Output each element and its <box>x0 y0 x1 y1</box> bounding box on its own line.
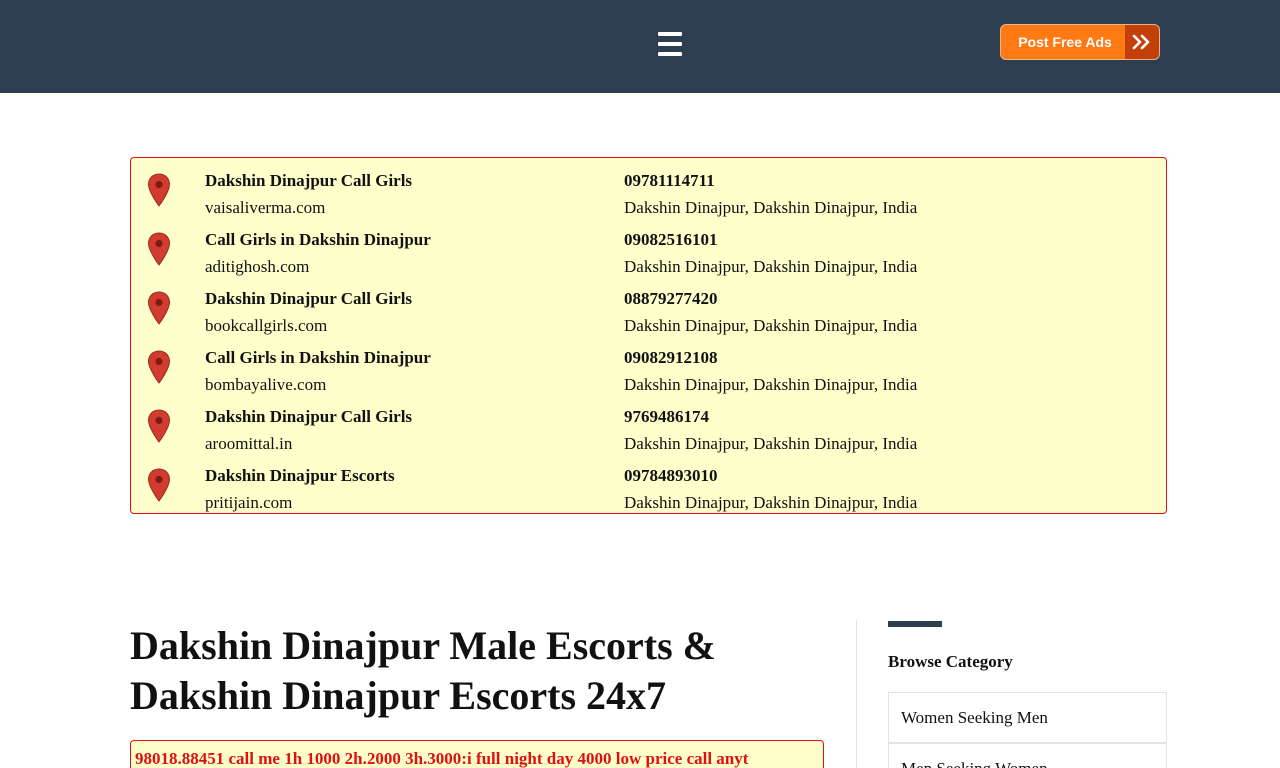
listing-phone[interactable]: 09781114711 <box>624 171 715 191</box>
listing-website[interactable]: vaisaliverma.com <box>205 198 325 218</box>
category-men-seeking-women[interactable]: Men Seeking Women <box>888 743 1167 768</box>
listing-location: Dakshin Dinajpur, Dakshin Dinajpur, Indi… <box>624 257 918 276</box>
listing-row[interactable]: Dakshin Dinajpur Call Girls aroomittal.in… <box>131 401 1166 457</box>
map-pin-icon <box>147 468 171 502</box>
map-pin-icon <box>147 291 171 325</box>
category-women-seeking-men[interactable]: Women Seeking Men <box>888 692 1167 743</box>
map-pin-icon <box>147 350 171 384</box>
listing-phone[interactable]: 09082516101 <box>624 230 718 250</box>
ad-preview[interactable]: 98018.88451 call me 1h 1000 2h.2000 3h.3… <box>130 740 824 768</box>
listing-title[interactable]: Dakshin Dinajpur Call Girls <box>205 289 412 309</box>
listing-phone[interactable]: 09082912108 <box>624 348 718 368</box>
listing-location: Dakshin Dinajpur, Dakshin Dinajpur, Indi… <box>624 198 918 217</box>
hamburger-line <box>658 32 682 36</box>
category-label: Men Seeking Women <box>901 759 1048 768</box>
listing-location: Dakshin Dinajpur, Dakshin Dinajpur, Indi… <box>624 375 918 394</box>
listing-location: Dakshin Dinajpur, Dakshin Dinajpur, Indi… <box>624 493 918 512</box>
post-free-ads-label: Post Free Ads <box>1018 34 1112 50</box>
hamburger-line <box>658 52 682 56</box>
listing-phone[interactable]: 08879277420 <box>624 289 718 309</box>
map-pin-icon <box>147 173 171 207</box>
listing-title[interactable]: Call Girls in Dakshin Dinajpur <box>205 230 431 250</box>
listing-website[interactable]: aroomittal.in <box>205 434 292 454</box>
listing-row[interactable]: Call Girls in Dakshin Dinajpur aditighosh… <box>131 224 1166 280</box>
page-title-line-1: Dakshin Dinajpur Male Escorts & <box>130 623 716 668</box>
map-pin-icon <box>147 232 171 266</box>
listing-website[interactable]: aditighosh.com <box>205 257 309 277</box>
listing-phone[interactable]: 09784893010 <box>624 466 718 486</box>
listing-row[interactable]: Dakshin Dinajpur Call Girls bookcallgirls… <box>131 283 1166 339</box>
listing-website[interactable]: bookcallgirls.com <box>205 316 327 336</box>
map-pin-icon <box>147 409 171 443</box>
column-divider <box>856 620 857 768</box>
sidebar-heading: Browse Category <box>888 652 1013 671</box>
listing-row[interactable]: Call Girls in Dakshin Dinajpur bombayaliv… <box>131 342 1166 398</box>
listing-website[interactable]: bombayalive.com <box>205 375 326 395</box>
page-title: Dakshin Dinajpur Male Escorts & Dakshin … <box>130 621 830 721</box>
listing-location: Dakshin Dinajpur, Dakshin Dinajpur, Indi… <box>624 316 918 335</box>
top-navbar: Post Free Ads <box>0 0 1280 93</box>
hamburger-menu-icon[interactable] <box>656 28 684 62</box>
listing-location: Dakshin Dinajpur, Dakshin Dinajpur, Indi… <box>624 434 918 453</box>
double-chevron-right-icon <box>1125 25 1159 59</box>
hamburger-line <box>658 42 682 46</box>
listing-website[interactable]: pritijain.com <box>205 493 292 513</box>
post-free-ads-button[interactable]: Post Free Ads <box>1000 24 1160 60</box>
listing-title[interactable]: Dakshin Dinajpur Call Girls <box>205 407 412 427</box>
listing-title[interactable]: Dakshin Dinajpur Call Girls <box>205 171 412 191</box>
ad-preview-text: 98018.88451 call me 1h 1000 2h.2000 3h.3… <box>135 749 749 768</box>
category-label: Women Seeking Men <box>901 708 1048 727</box>
listing-title[interactable]: Dakshin Dinajpur Escorts <box>205 466 395 486</box>
listing-phone[interactable]: 9769486174 <box>624 407 709 427</box>
sidebar-accent-bar <box>888 621 942 627</box>
sponsored-listings: Dakshin Dinajpur Call Girls vaisaliverma.… <box>130 157 1167 514</box>
listing-title[interactable]: Call Girls in Dakshin Dinajpur <box>205 348 431 368</box>
listing-row[interactable]: Dakshin Dinajpur Escorts pritijain.com 097… <box>131 460 1166 516</box>
listing-row[interactable]: Dakshin Dinajpur Call Girls vaisaliverma.… <box>131 165 1166 221</box>
page-title-line-2: Dakshin Dinajpur Escorts 24x7 <box>130 673 667 718</box>
